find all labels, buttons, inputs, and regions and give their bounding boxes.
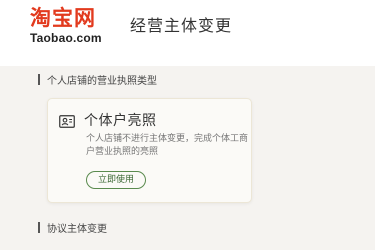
card-title: 个体户亮照 <box>84 113 157 129</box>
license-icon <box>59 113 75 128</box>
section-marker <box>38 74 40 85</box>
taobao-logo[interactable]: 淘宝网 Taobao.com <box>30 6 110 46</box>
page-title: 经营主体变更 <box>130 16 233 35</box>
header: 淘宝网 Taobao.com 经营主体变更 <box>0 0 375 66</box>
section-heading-agreement: 协议主体变更 <box>38 220 107 235</box>
use-now-button[interactable]: 立即使用 <box>86 171 146 189</box>
individual-license-card[interactable]: 个体户亮照 个人店铺不进行主体变更，完成个体工商户营业执照的亮照 立即使用 <box>47 98 252 203</box>
section-heading-label: 协议主体变更 <box>47 224 107 235</box>
section-marker <box>38 222 40 233</box>
logo-domain: Taobao.com <box>30 31 102 45</box>
section-heading-license-type: 个人店铺的营业执照类型 <box>38 72 157 87</box>
logo-text: 淘宝网 <box>30 6 96 30</box>
card-description: 个人店铺不进行主体变更，完成个体工商户营业执照的亮照 <box>86 134 249 157</box>
section-heading-label: 个人店铺的营业执照类型 <box>47 76 157 87</box>
